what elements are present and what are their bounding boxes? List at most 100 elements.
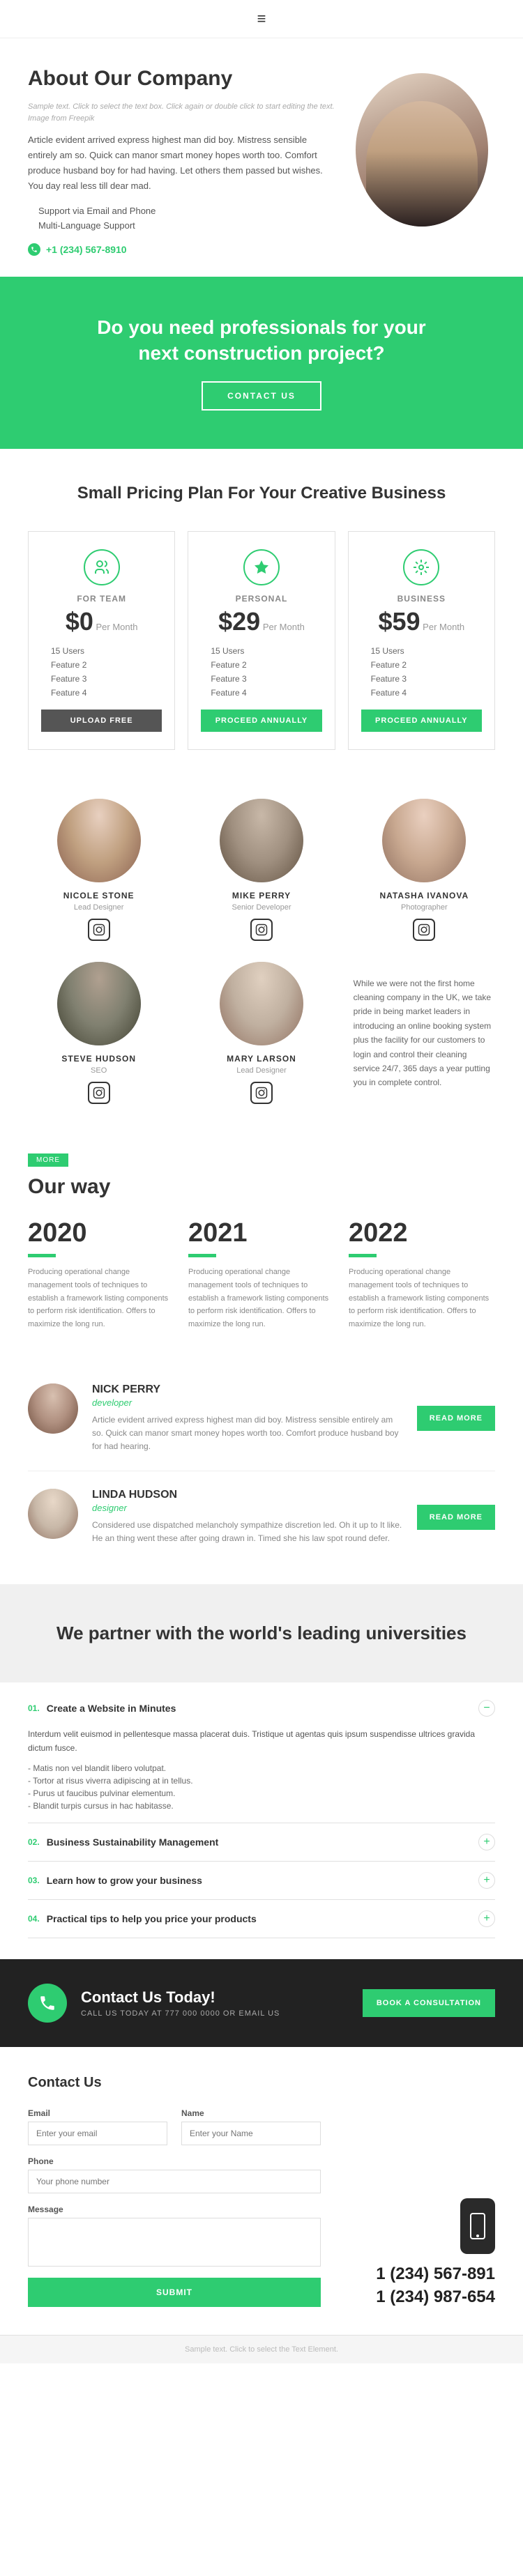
- steve-role: SEO: [28, 1066, 169, 1075]
- about-phone: +1 (234) 567-8910: [28, 243, 335, 256]
- timeline-2021: 2021 Producing operational change manage…: [188, 1218, 349, 1331]
- nick-info: NICK PERRY developer Article evident arr…: [92, 1383, 403, 1454]
- about-content: About Our Company Sample text. Click to …: [28, 66, 335, 256]
- business-plan-name: BUSINESS: [361, 594, 482, 604]
- contact-cta-content: Contact Us Today! CALL US TODAY AT 777 0…: [28, 1984, 280, 2023]
- team-text-card: While we were not the first home cleanin…: [354, 962, 495, 1104]
- mary-name: MARY LARSON: [190, 1054, 332, 1064]
- mike-name: MIKE PERRY: [190, 891, 332, 900]
- year-2022: 2022: [349, 1218, 495, 1248]
- accordion-item-2: 02. Business Sustainability Management +: [28, 1823, 495, 1862]
- acc-open-icon-2: +: [478, 1834, 495, 1850]
- accordion-header-3[interactable]: 03. Learn how to grow your business +: [28, 1862, 495, 1899]
- mike-instagram-button[interactable]: [250, 919, 273, 941]
- our-way-title: Our way: [28, 1175, 495, 1199]
- company-description: While we were not the first home cleanin…: [354, 976, 495, 1090]
- accordion-item-4: 04. Practical tips to help you price you…: [28, 1900, 495, 1938]
- mike-photo: [220, 799, 303, 882]
- linda-avatar: [28, 1489, 78, 1539]
- linda-info: LINDA HUDSON designer Considered use dis…: [92, 1489, 403, 1545]
- year-2021: 2021: [188, 1218, 335, 1248]
- hamburger-icon[interactable]: ≡: [257, 10, 266, 28]
- steve-name: STEVE HUDSON: [28, 1054, 169, 1064]
- message-group: Message: [28, 2205, 321, 2267]
- natasha-name: NATASHA IVANOVA: [354, 891, 495, 900]
- team-card-icon: [84, 549, 120, 585]
- accordion-header-4[interactable]: 04. Practical tips to help you price you…: [28, 1900, 495, 1938]
- acc-list-1: - Matis non vel blandit libero volutpat.…: [28, 1762, 495, 1812]
- acc-intro-1: Interdum velit euismod in pellentesque m…: [28, 1727, 495, 1756]
- steve-instagram-button[interactable]: [88, 1082, 110, 1104]
- nick-description: Article evident arrived express highest …: [92, 1413, 403, 1454]
- phone-label: Phone: [28, 2156, 321, 2166]
- pricing-cards: FOR TEAM $0 Per Month 15 Users Feature 2…: [28, 531, 495, 750]
- member-card-nick: NICK PERRY developer Article evident arr…: [28, 1366, 495, 1472]
- pricing-title: Small Pricing Plan For Your Creative Bus…: [28, 484, 495, 503]
- team-card-steve: STEVE HUDSON SEO: [28, 962, 169, 1104]
- name-input[interactable]: [181, 2122, 321, 2145]
- year-2022-text: Producing operational change management …: [349, 1266, 495, 1331]
- personal-price: $29 Per Month: [201, 609, 321, 634]
- team-card-mary: MARY LARSON Lead Designer: [190, 962, 332, 1104]
- contact-form-section: Contact Us Email Name Phone Message: [0, 2047, 523, 2335]
- pricing-card-personal: PERSONAL $29 Per Month 15 Users Feature …: [188, 531, 335, 750]
- team-plan-name: FOR TEAM: [41, 594, 162, 604]
- natasha-instagram-button[interactable]: [413, 919, 435, 941]
- member-card-linda: LINDA HUDSON designer Considered use dis…: [28, 1471, 495, 1563]
- about-support-item-2: Multi-Language Support: [28, 218, 335, 233]
- instagram-icon: [255, 1087, 268, 1099]
- nick-read-more-button[interactable]: READ MORE: [417, 1406, 495, 1431]
- phone-number-1: 1 (234) 567-891: [342, 2264, 495, 2284]
- upload-free-button[interactable]: UPLOAD FREE: [41, 710, 162, 732]
- about-support-list: Support via Email and Phone Multi-Langua…: [28, 204, 335, 233]
- nicole-instagram-button[interactable]: [88, 919, 110, 941]
- year-2020: 2020: [28, 1218, 174, 1248]
- book-consultation-button[interactable]: BOOK A CONSULTATION: [363, 1989, 495, 2017]
- timeline-2020: 2020 Producing operational change manage…: [28, 1218, 188, 1331]
- accordion-header-2[interactable]: 02. Business Sustainability Management +: [28, 1823, 495, 1861]
- team-section: NICOLE STONE Lead Designer MIKE PERRY Se…: [0, 785, 523, 1132]
- contact-us-button[interactable]: CONTACT US: [202, 381, 321, 411]
- contact-form-wrapper: Email Name Phone Message SUBMIT: [28, 2108, 495, 2307]
- team-card-natasha: NATASHA IVANOVA Photographer: [354, 799, 495, 941]
- mary-instagram-button[interactable]: [250, 1082, 273, 1104]
- universities-banner: We partner with the world's leading univ…: [0, 1584, 523, 1682]
- phone-number-2: 1 (234) 987-654: [342, 2287, 495, 2307]
- business-price: $59 Per Month: [361, 609, 482, 634]
- footer-text: Sample text. Click to select the Text El…: [10, 2345, 513, 2354]
- linda-read-more-button[interactable]: READ MORE: [417, 1505, 495, 1530]
- accordion-item-1: 01. Create a Website in Minutes − Interd…: [28, 1689, 495, 1824]
- contact-form-title: Contact Us: [28, 2075, 495, 2091]
- timeline-2022: 2022 Producing operational change manage…: [349, 1218, 495, 1331]
- name-group: Name: [181, 2108, 321, 2145]
- phone-icon: [28, 243, 40, 256]
- message-textarea[interactable]: [28, 2218, 321, 2267]
- submit-button[interactable]: SUBMIT: [28, 2278, 321, 2307]
- footer: Sample text. Click to select the Text El…: [0, 2335, 523, 2363]
- pricing-card-team: FOR TEAM $0 Per Month 15 Users Feature 2…: [28, 531, 175, 750]
- more-button[interactable]: MORE: [28, 1153, 68, 1167]
- contact-form-right: 1 (234) 567-891 1 (234) 987-654: [342, 2198, 495, 2307]
- accordion-item-3: 03. Learn how to grow your business +: [28, 1862, 495, 1900]
- about-image-container: [356, 73, 495, 227]
- accordion-header-1[interactable]: 01. Create a Website in Minutes −: [28, 1689, 495, 1727]
- mobile-icon: [469, 2212, 486, 2240]
- email-input[interactable]: [28, 2122, 167, 2145]
- mike-role: Senior Developer: [190, 903, 332, 912]
- acc-num-1: 01.: [28, 1703, 40, 1713]
- email-label: Email: [28, 2108, 167, 2118]
- proceed-annually-personal-button[interactable]: PROCEED ANNUALLY: [201, 710, 321, 732]
- business-features: 15 Users Feature 2 Feature 3 Feature 4: [361, 644, 482, 700]
- about-description: Article evident arrived express highest …: [28, 132, 335, 194]
- featured-members: NICK PERRY developer Article evident arr…: [0, 1359, 523, 1584]
- green-bar-2021: [188, 1254, 216, 1257]
- acc-title-2: Business Sustainability Management: [47, 1837, 478, 1848]
- phone-group: Phone: [28, 2156, 321, 2193]
- green-bar-2022: [349, 1254, 377, 1257]
- team-grid: NICOLE STONE Lead Designer MIKE PERRY Se…: [28, 799, 495, 1104]
- phone-input[interactable]: [28, 2170, 321, 2193]
- contact-form-left: Email Name Phone Message SUBMIT: [28, 2108, 321, 2307]
- proceed-annually-business-button[interactable]: PROCEED ANNUALLY: [361, 710, 482, 732]
- about-image: [356, 73, 488, 227]
- acc-num-3: 03.: [28, 1876, 40, 1885]
